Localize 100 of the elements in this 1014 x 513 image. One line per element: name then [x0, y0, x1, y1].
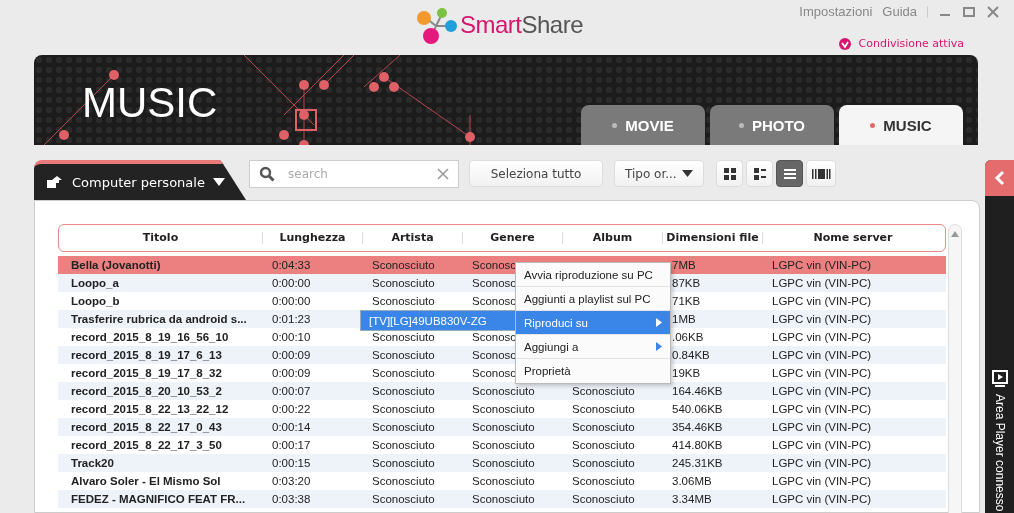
- table-cell: Sconosciuto: [372, 439, 435, 451]
- side-panel-label: Area Player connesso: [992, 393, 1007, 511]
- table-cell: 414.80KB: [672, 439, 723, 451]
- table-cell: Bella (Jovanotti): [71, 259, 161, 271]
- menu-item[interactable]: Avvia riproduzione su PC: [516, 263, 670, 287]
- table-cell: Loopo_a: [71, 277, 119, 289]
- media-tab[interactable]: MOVIE: [581, 105, 705, 145]
- menu-item[interactable]: Aggiungi a: [516, 335, 670, 359]
- media-tab[interactable]: PHOTO: [710, 105, 834, 145]
- table-cell: 0:00:17: [272, 439, 311, 451]
- table-cell: Sconosc: [472, 295, 517, 307]
- detail-view-button[interactable]: [746, 160, 773, 187]
- grid-icon: [722, 166, 737, 181]
- column-header[interactable]: Nome server: [763, 232, 943, 244]
- table-cell: 0:04:33: [272, 259, 311, 271]
- table-cell: 87KB: [672, 277, 701, 289]
- table-cell: Sconosciuto: [372, 385, 435, 397]
- table-cell: LGPC vin (VIN-PC): [772, 259, 872, 271]
- table-cell: record_2015_8_19_16_56_10: [71, 331, 229, 343]
- table-cell: Loopo_b: [71, 295, 120, 307]
- table-cell: Sconosc: [472, 259, 517, 271]
- table-cell: Sconosciuto: [372, 367, 435, 379]
- table-cell: Sconosciuto: [372, 277, 435, 289]
- table-cell: LGPC vin (VIN-PC): [772, 493, 872, 505]
- column-header[interactable]: Dimensioni file: [663, 232, 763, 244]
- filmstrip-icon: [811, 166, 831, 181]
- column-header[interactable]: Titolo: [59, 232, 263, 244]
- table-cell: 7MB: [672, 259, 696, 271]
- table-cell: 0:00:00: [272, 295, 311, 307]
- submenu-item[interactable]: [TV][LG]49UB830V-ZG: [361, 311, 515, 330]
- table-cell: LGPC vin (VIN-PC): [772, 385, 872, 397]
- table-cell: Sconosciuto: [572, 493, 635, 505]
- table-row[interactable]: Track20 0:00:15 Sconosciuto Sconosciuto Sconosciuto 245.31KB LGPC vin (VIN-PC): [58, 454, 946, 472]
- table-cell: 540.06KB: [672, 403, 723, 415]
- table-cell: Trasferire rubrica da android s...: [71, 313, 247, 325]
- filmstrip-view-button[interactable]: [806, 160, 836, 187]
- table-row[interactable]: record_2015_8_20_10_53_2 0:00:07 Sconosciuto Sconosciuto Sconosciuto 164.46KB LGPC vin (VIN-PC): [58, 382, 946, 400]
- chevron-left-icon: [993, 170, 1006, 186]
- table-cell: 0:00:00: [272, 277, 311, 289]
- table-cell: Sconosciuto: [372, 475, 435, 487]
- table-cell: Sconosc: [472, 277, 517, 289]
- column-header[interactable]: Album: [563, 232, 663, 244]
- table-cell: Sconosciuto: [372, 295, 435, 307]
- table-cell: Sconosciuto: [572, 421, 635, 433]
- table-cell: LGPC vin (VIN-PC): [772, 475, 872, 487]
- table-cell: 19KB: [672, 367, 701, 379]
- table-cell: 0.84KB: [672, 349, 710, 361]
- detail-list-icon: [752, 166, 767, 181]
- scrollbar[interactable]: [948, 224, 962, 513]
- table-cell: Sconosciuto: [572, 385, 635, 397]
- column-header[interactable]: Genere: [463, 232, 563, 244]
- column-header[interactable]: Lunghezza: [263, 232, 363, 244]
- table-cell: Sconosciuto: [472, 493, 535, 505]
- grid-view-button[interactable]: [716, 160, 743, 187]
- table-cell: 354.46KB: [672, 421, 723, 433]
- scroll-up-icon[interactable]: [951, 231, 959, 237]
- table-cell: Sconosciuto: [372, 421, 435, 433]
- menu-item[interactable]: Riproduci su: [516, 311, 670, 335]
- close-icon[interactable]: [986, 4, 1000, 19]
- table-cell: Sconosciuto: [372, 331, 435, 343]
- clear-icon[interactable]: [437, 168, 449, 180]
- table-cell: 0:00:10: [272, 331, 311, 343]
- source-dropdown[interactable]: Computer personale: [34, 160, 246, 200]
- table-row[interactable]: FEDEZ - MAGNIFICO FEAT FR... 0:03:38 Sconosciuto Sconosciuto Sconosciuto 3.34MB LGPC vin (VIN-PC): [58, 490, 946, 508]
- table-cell: 0:03:38: [272, 493, 311, 505]
- table-cell: LGPC vin (VIN-PC): [772, 277, 872, 289]
- table-cell: LGPC vin (VIN-PC): [772, 403, 872, 415]
- table-cell: 1MB: [672, 313, 696, 325]
- table-cell: Sconosciuto: [372, 349, 435, 361]
- dropdown-caret-icon: [682, 169, 693, 178]
- sort-dropdown[interactable]: Tipo or...: [614, 160, 704, 187]
- maximize-icon[interactable]: [962, 4, 976, 19]
- table-cell: 0:00:15: [272, 457, 311, 469]
- table-cell: Sconosciuto: [572, 475, 635, 487]
- sharing-status: Condivisione attiva: [858, 37, 964, 50]
- logo-text: SmartShare: [460, 11, 584, 39]
- select-all-button[interactable]: Seleziona tutto: [469, 160, 603, 187]
- column-header[interactable]: Artista: [363, 232, 463, 244]
- player-icon: [991, 369, 1008, 388]
- table-cell: 0:01:23: [272, 313, 311, 325]
- table-cell: Sconosc: [472, 331, 517, 343]
- table-cell: LGPC vin (VIN-PC): [772, 313, 872, 325]
- table-cell: Sconosciuto: [372, 457, 435, 469]
- table-cell: Sconosciuto: [472, 385, 535, 397]
- media-tab[interactable]: MUSIC: [839, 105, 963, 145]
- dropdown-caret-icon: [212, 177, 225, 187]
- table-cell: Sconosciuto: [472, 421, 535, 433]
- table-cell: record_2015_8_22_13_22_12: [71, 403, 229, 415]
- table-cell: 0:00:09: [272, 349, 311, 361]
- table-cell: record_2015_8_19_17_6_13: [71, 349, 222, 361]
- table-row[interactable]: record_2015_8_22_17_0_43 0:00:14 Sconosciuto Sconosciuto Sconosciuto 354.46KB LGPC vin (VIN-PC): [58, 418, 946, 436]
- table-cell: Sconosciuto: [472, 475, 535, 487]
- collapse-button[interactable]: [985, 160, 1014, 196]
- table-cell: Sconosc: [472, 367, 517, 379]
- search-field[interactable]: search: [249, 160, 459, 188]
- table-cell: Track20: [71, 457, 114, 469]
- table-cell: Sconosciuto: [372, 259, 435, 271]
- list-view-button[interactable]: [776, 160, 803, 187]
- table-cell: Sconosciuto: [372, 403, 435, 415]
- table-cell: LGPC vin (VIN-PC): [772, 457, 872, 469]
